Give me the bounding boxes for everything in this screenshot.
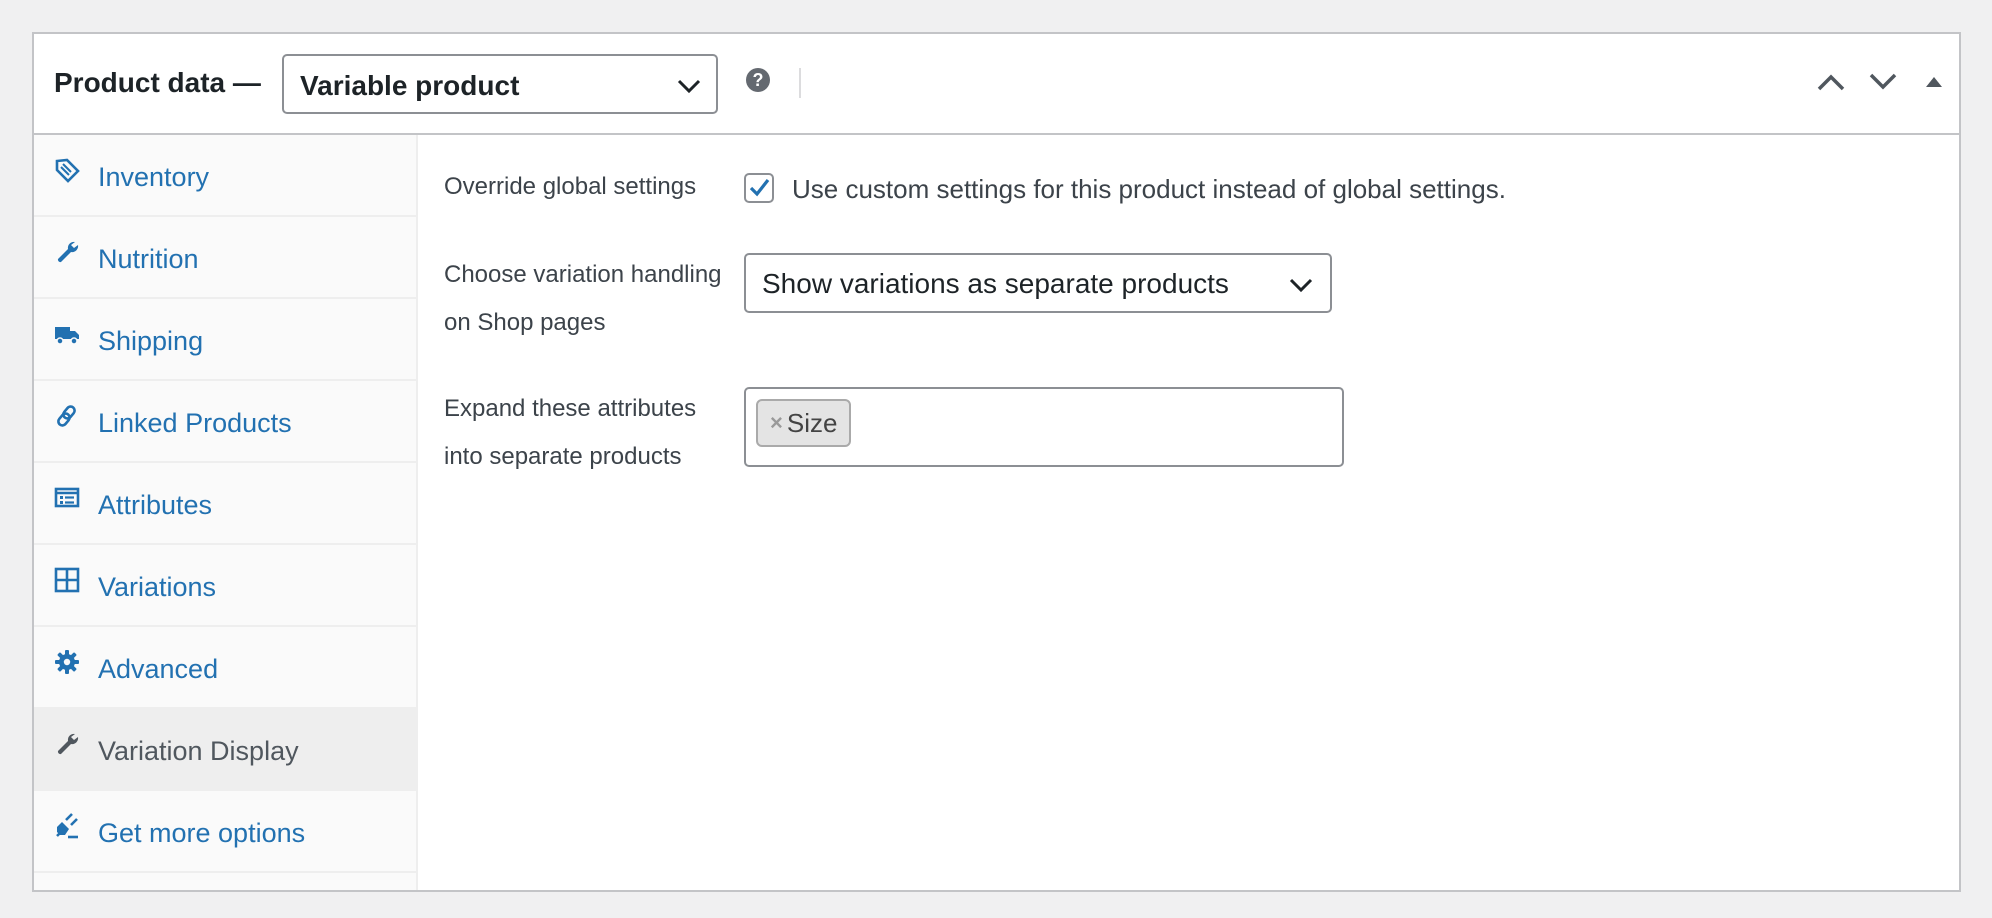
product-type-value: Variable product: [300, 70, 520, 101]
move-up-button[interactable]: [1811, 64, 1851, 100]
checkmark-icon: [749, 179, 770, 197]
override-checkbox-label: Use custom settings for this product ins…: [792, 174, 1506, 204]
wrench-icon: [57, 241, 79, 263]
tab-variations[interactable]: Variations: [34, 545, 416, 627]
tab-nutrition[interactable]: Nutrition: [34, 217, 416, 299]
remove-tag-button[interactable]: ×: [770, 410, 783, 436]
gear-icon: [55, 650, 79, 674]
override-label: Override global settings: [444, 173, 697, 200]
svg-text:?: ?: [753, 70, 764, 90]
chevron-down-icon: [677, 79, 701, 94]
tab-shipping[interactable]: Shipping: [34, 299, 416, 381]
handling-label-line2: on Shop pages: [444, 309, 606, 336]
variation-handling-value: Show variations as separate products: [762, 268, 1229, 299]
chevron-down-icon: [1289, 278, 1313, 293]
tab-linked-products[interactable]: Linked Products: [34, 381, 416, 463]
product-data-panel: Product data — Variable product ? Invent…: [32, 32, 1961, 892]
tab-label: Advanced: [98, 654, 219, 684]
tag-icon: [55, 158, 80, 183]
expand-label-line2: into separate products: [444, 443, 682, 470]
tab-inventory[interactable]: Inventory: [34, 135, 416, 217]
variation-display-panel: Override global settings Use custom sett…: [418, 135, 1959, 890]
tab-advanced[interactable]: Advanced: [34, 627, 416, 709]
move-down-button[interactable]: [1863, 64, 1903, 100]
tab-label: Get more options: [98, 818, 306, 848]
plugin-icon: [56, 813, 78, 839]
truck-icon: [55, 327, 79, 345]
chevron-down-icon: [1869, 73, 1897, 90]
tab-variation-display[interactable]: Variation Display: [34, 709, 416, 791]
product-type-select[interactable]: Variable product: [282, 54, 718, 114]
handling-label-line1: Choose variation handling: [444, 261, 722, 288]
tab-attributes[interactable]: Attributes: [34, 463, 416, 545]
attributes-icon: [54, 487, 80, 508]
panel-header: Product data — Variable product ?: [34, 34, 1959, 135]
help-icon[interactable]: ?: [745, 67, 771, 93]
attribute-tag: × Size: [756, 399, 852, 447]
variation-handling-select[interactable]: Show variations as separate products: [744, 253, 1332, 313]
tab-label: Variation Display: [98, 736, 299, 766]
tab-label: Attributes: [98, 490, 213, 520]
caret-up-icon: [1926, 77, 1942, 87]
panel-title: Product data —: [54, 67, 261, 98]
wrench-icon: [57, 733, 79, 755]
tab-label: Linked Products: [98, 408, 292, 438]
tab-label: Variations: [98, 572, 217, 602]
tab-label: Shipping: [98, 326, 204, 356]
link-icon: [57, 405, 76, 427]
tab-label: Nutrition: [98, 244, 199, 274]
chevron-up-icon: [1817, 74, 1845, 91]
attributes-multiselect[interactable]: × Size: [744, 387, 1344, 467]
tab-get-more-options[interactable]: Get more options: [34, 791, 416, 873]
tab-label: Inventory: [98, 162, 210, 192]
toggle-panel-button[interactable]: [1914, 64, 1954, 100]
product-data-tabs: Inventory Nutrition Shipping Linked Prod…: [34, 135, 418, 890]
expand-label-line1: Expand these attributes: [444, 395, 697, 422]
header-divider: [799, 68, 801, 98]
override-checkbox[interactable]: [744, 173, 774, 203]
attribute-tag-label: Size: [786, 407, 838, 438]
grid-icon: [54, 567, 80, 593]
